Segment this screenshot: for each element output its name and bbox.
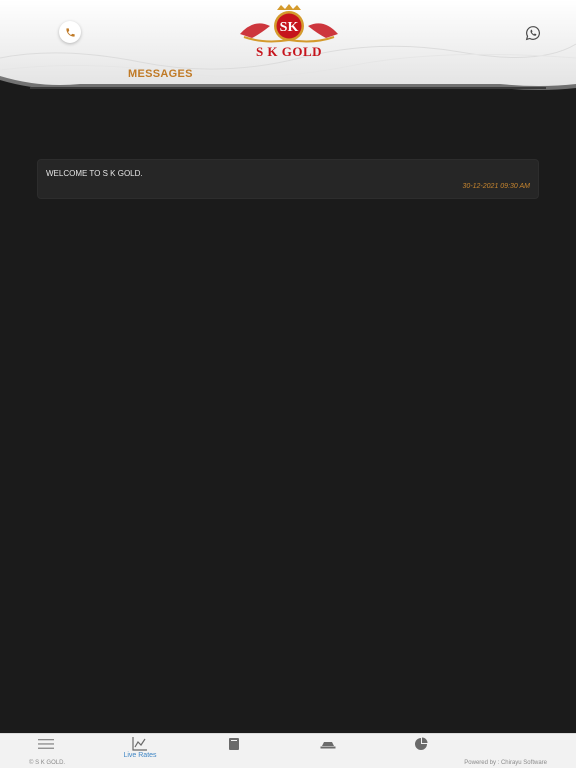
app-header: SK S K GOLD MESSAGES <box>0 0 576 96</box>
call-button[interactable] <box>59 21 81 43</box>
book-icon <box>229 738 239 750</box>
message-card: WELCOME TO S K GOLD. 30-12-2021 09:30 AM <box>37 159 539 199</box>
pie-chart-icon <box>415 737 428 750</box>
whatsapp-button[interactable] <box>522 22 544 44</box>
nav-item-bank[interactable] <box>298 735 358 761</box>
menu-icon <box>38 739 54 749</box>
nav-item-menu[interactable] <box>16 735 76 761</box>
whatsapp-icon <box>525 26 540 41</box>
logo-text: S K GOLD <box>255 44 323 59</box>
sk-gold-logo: SK S K GOLD <box>234 4 344 60</box>
page-title: MESSAGES <box>128 68 193 80</box>
nav-item-pie[interactable] <box>391 735 451 761</box>
nav-item-book[interactable] <box>204 735 264 761</box>
bottom-nav: Live Rates © S K GOLD. Powered by : Chir… <box>0 733 576 768</box>
nav-label-live-rates: Live Rates <box>123 752 157 759</box>
logo-monogram: SK <box>280 20 299 35</box>
message-text: WELCOME TO S K GOLD. <box>46 169 143 178</box>
bank-icon <box>320 742 336 749</box>
logo-emblem: SK <box>240 4 338 43</box>
phone-icon <box>65 27 75 37</box>
nav-item-live-rates[interactable]: Live Rates <box>110 735 170 761</box>
copyright-text: © S K GOLD. <box>29 760 66 766</box>
powered-by-text: Powered by : Chirayu Software <box>464 760 547 766</box>
chart-icon <box>132 737 147 751</box>
message-timestamp: 30-12-2021 09:30 AM <box>462 183 530 190</box>
